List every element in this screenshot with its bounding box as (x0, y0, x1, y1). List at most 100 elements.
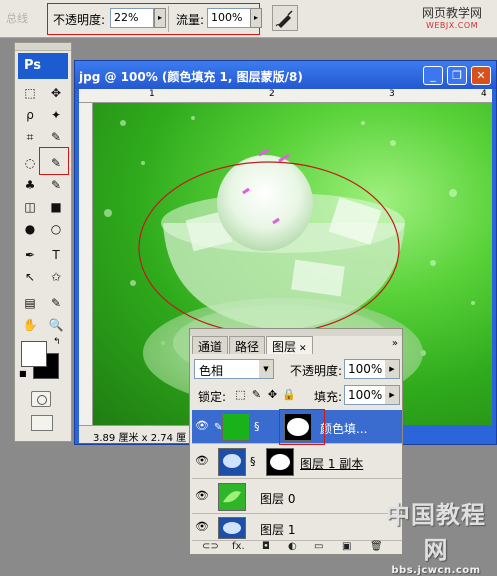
lock-transparency-icon[interactable]: ⬚ (234, 388, 247, 401)
pen-tool-icon[interactable]: ✒ (19, 245, 41, 265)
layer-opacity-input[interactable]: 100% ▶ (344, 359, 400, 379)
bowl-thumb (223, 522, 241, 534)
fill-layer-thumbnail[interactable] (222, 413, 250, 441)
tab-label: 路径 (235, 340, 260, 354)
crop-tool-icon[interactable]: ⌗ (19, 127, 41, 147)
minimize-button[interactable]: _ (423, 66, 443, 85)
layer-row[interactable]: 👁 § 图层 1 副本 (192, 445, 402, 479)
link-icon[interactable]: § (250, 455, 256, 468)
lock-label: 锁定: (198, 390, 227, 404)
ps-logo[interactable]: Ps (18, 53, 68, 79)
layer-name[interactable]: 颜色填... (320, 420, 367, 437)
lock-position-icon[interactable]: ✥ (266, 388, 279, 401)
lock-pixels-icon[interactable]: ✎ (250, 388, 263, 401)
blur-tool-icon[interactable]: ● (19, 219, 41, 239)
flow-arrow-button[interactable]: ▸ (250, 8, 262, 28)
tab-label: 通道 (198, 340, 223, 354)
shape-tool-icon[interactable]: ✩ (45, 267, 67, 287)
notes-tool-icon[interactable]: ▤ (19, 293, 41, 313)
fill-input[interactable]: 100% ▶ (344, 385, 400, 405)
new-layer-icon[interactable]: ▣ (342, 541, 351, 552)
flow-input[interactable]: 100% (207, 8, 251, 28)
layer-opacity-value: 100% (348, 362, 383, 376)
airbrush-icon (275, 10, 293, 28)
tools-palette: Ps ⬚ ✥ ρ ✦ ⌗ ✎ ◌ ✎ ♣ ✎ ◫ ■ ● ○ ✒ T ↖ ✩ ▤… (14, 42, 72, 442)
lock-all-icon[interactable]: 🔒 (282, 388, 296, 401)
watermark-bottom-line2: bbs.jcwcn.com (391, 565, 481, 576)
adjustment-layer-icon[interactable]: ◐ (288, 541, 297, 552)
path-selection-tool-icon[interactable]: ↖ (19, 267, 41, 287)
horizontal-ruler: 1 2 3 4 (79, 89, 492, 103)
divider (168, 6, 169, 32)
link-icon[interactable]: § (254, 420, 260, 433)
tab-paths[interactable]: 路径 (229, 336, 266, 354)
layer-mask-thumbnail[interactable] (266, 448, 294, 476)
palette-menu-icon[interactable]: » (392, 338, 398, 349)
opacity-label: 不透明度: (290, 364, 343, 378)
layer-name[interactable]: 图层 1 (260, 521, 295, 538)
close-button[interactable]: ✕ (471, 66, 491, 85)
opacity-input[interactable]: 22% (110, 8, 154, 28)
new-group-icon[interactable]: ▭ (314, 541, 323, 552)
visibility-eye-icon[interactable]: 👁 (194, 453, 210, 469)
visibility-eye-icon[interactable]: 👁 (194, 488, 210, 504)
marquee-tool-icon[interactable]: ⬚ (19, 83, 41, 103)
visibility-eye-icon[interactable]: 👁 (194, 519, 210, 535)
layer-style-icon[interactable]: fx. (232, 541, 245, 552)
tab-close-icon[interactable]: ✕ (299, 344, 307, 354)
layer-row[interactable]: 👁 图层 0 (192, 480, 402, 514)
bowl-thumb (223, 454, 241, 468)
quick-mask-button[interactable] (31, 391, 51, 407)
dodge-tool-icon[interactable]: ○ (45, 219, 67, 239)
add-mask-icon[interactable]: ◘ (262, 541, 270, 552)
layer-thumbnail[interactable] (218, 448, 246, 476)
clone-stamp-tool-icon[interactable]: ♣ (19, 175, 41, 195)
restore-button[interactable]: ❐ (447, 66, 467, 85)
type-tool-icon[interactable]: T (45, 245, 67, 265)
foreground-color-swatch[interactable] (21, 341, 47, 367)
layer-name[interactable]: 图层 1 副本 (300, 455, 363, 472)
layer-row[interactable]: 👁 图层 1 (192, 515, 402, 541)
palette-grip[interactable] (15, 43, 71, 51)
move-tool-icon[interactable]: ✥ (45, 83, 67, 103)
default-colors-icon[interactable]: ■ (19, 369, 27, 378)
palette-grip[interactable] (190, 329, 402, 336)
layers-bottom-bar: ⊂⊃ fx. ◘ ◐ ▭ ▣ 🗑 (192, 541, 402, 555)
lasso-tool-icon[interactable]: ρ (19, 105, 41, 125)
tab-layers[interactable]: 图层 ✕ (266, 336, 313, 354)
watermark-top-line2: WEBJX.COM (425, 21, 479, 30)
blend-mode-select[interactable]: 色相 ▼ (194, 359, 274, 379)
airbrush-toggle[interactable] (272, 5, 298, 31)
eyedropper-tool-icon[interactable]: ✎ (45, 293, 67, 313)
palette-tabs: 通道 路径 图层 ✕ (192, 336, 314, 354)
healing-brush-tool-icon[interactable]: ◌ (19, 153, 41, 173)
watermark-top: 网页教学网 WEBJX.COM (410, 4, 494, 30)
layers-palette: 通道 路径 图层 ✕ » 色相 ▼ 不透明度: 100% ▶ 锁定: ⬚ ✎ ✥ … (189, 328, 403, 555)
vertical-ruler (79, 103, 93, 425)
layer-thumbnail[interactable] (218, 483, 246, 511)
hand-tool-icon[interactable]: ✋ (19, 315, 41, 335)
link-layers-icon[interactable]: ⊂⊃ (202, 541, 219, 552)
layer-thumbnail[interactable] (218, 517, 246, 539)
gradient-tool-icon[interactable]: ■ (45, 197, 67, 217)
history-brush-tool-icon[interactable]: ✎ (45, 175, 67, 195)
magic-wand-tool-icon[interactable]: ✦ (45, 105, 67, 125)
fill-value: 100% (348, 388, 383, 402)
faded-label: 总线 (6, 12, 28, 25)
tab-channels[interactable]: 通道 (192, 336, 229, 354)
highlight-brush-tool (39, 147, 69, 175)
opacity-label: 不透明度: (53, 13, 106, 27)
chevron-right-icon: ▶ (385, 386, 399, 404)
layer-name[interactable]: 图层 0 (260, 490, 295, 507)
zoom-tool-icon[interactable]: 🔍 (45, 315, 67, 335)
eraser-tool-icon[interactable]: ◫ (19, 197, 41, 217)
chevron-right-icon: ▶ (385, 360, 399, 378)
watermark-bottom: 中国教程网 bbs.jcwcn.com (376, 495, 496, 576)
flow-label: 流量: (176, 13, 205, 27)
ruler-tick: 1 (149, 89, 155, 99)
screen-mode-button[interactable] (31, 415, 53, 431)
swap-colors-icon[interactable]: ↰ (53, 337, 61, 347)
slice-tool-icon[interactable]: ✎ (45, 127, 67, 147)
visibility-eye-icon[interactable]: 👁 (194, 418, 210, 434)
opacity-arrow-button[interactable]: ▸ (154, 8, 166, 28)
